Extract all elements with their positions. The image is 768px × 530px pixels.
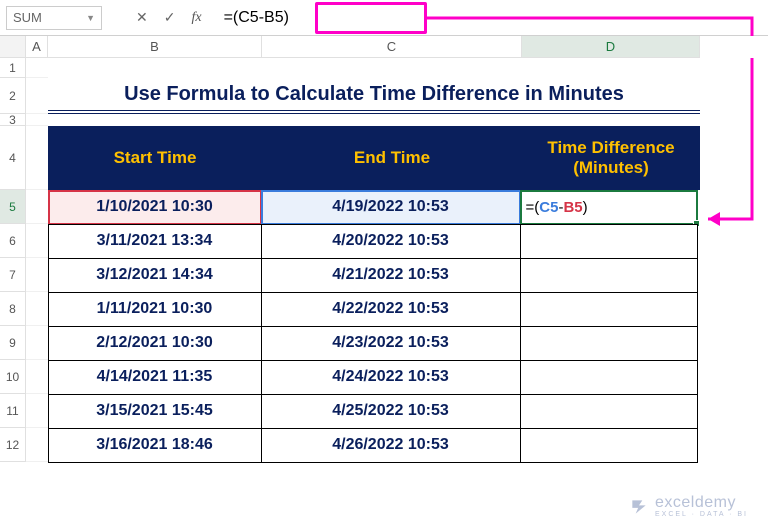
table-row: 4/14/2021 11:35 4/24/2022 10:53 xyxy=(48,360,700,394)
enter-icon[interactable]: ✓ xyxy=(164,9,176,26)
table-row: 3/16/2021 18:46 4/26/2022 10:53 xyxy=(48,428,700,462)
cell[interactable]: 4/26/2022 10:53 xyxy=(261,428,521,463)
cell[interactable]: 2/12/2021 10:30 xyxy=(48,326,262,361)
watermark-subtext: EXCEL · DATA · BI xyxy=(655,511,748,518)
row-header[interactable]: 4 xyxy=(0,126,26,190)
name-box[interactable]: SUM ▼ xyxy=(6,6,102,30)
formula-input[interactable]: =(C5-B5) xyxy=(218,4,295,32)
watermark: exceldemy EXCEL · DATA · BI xyxy=(629,495,748,518)
row-header[interactable]: 9 xyxy=(0,326,26,360)
cell[interactable]: 3/15/2021 15:45 xyxy=(48,394,262,429)
table-row: 1/11/2021 10:30 4/22/2022 10:53 xyxy=(48,292,700,326)
row-header[interactable]: 7 xyxy=(0,258,26,292)
cell[interactable]: 4/22/2022 10:53 xyxy=(261,292,521,327)
row-header[interactable]: 1 xyxy=(0,58,26,78)
row-header[interactable]: 8 xyxy=(0,292,26,326)
watermark-logo-icon xyxy=(629,497,649,517)
row-header[interactable]: 6 xyxy=(0,224,26,258)
table-row: 1/10/2021 10:30 4/19/2022 10:53 =(C5-B5) xyxy=(48,190,700,224)
cell[interactable] xyxy=(520,326,698,361)
cell[interactable] xyxy=(520,224,698,259)
cell[interactable]: 3/11/2021 13:34 xyxy=(48,224,262,259)
sheet-title[interactable]: Use Formula to Calculate Time Difference… xyxy=(48,78,700,114)
cell-d5-editing[interactable]: =(C5-B5) xyxy=(520,190,698,225)
header-end-time[interactable]: End Time xyxy=(262,126,522,190)
cell[interactable]: 3/16/2021 18:46 xyxy=(48,428,262,463)
header-start-time[interactable]: Start Time xyxy=(48,126,262,190)
row-header[interactable]: 10 xyxy=(0,360,26,394)
cell[interactable] xyxy=(520,292,698,327)
formula-eq: = xyxy=(526,199,535,216)
cell[interactable]: 1/11/2021 10:30 xyxy=(48,292,262,327)
cell[interactable]: 4/23/2022 10:53 xyxy=(261,326,521,361)
cell[interactable]: 3/12/2021 14:34 xyxy=(48,258,262,293)
chevron-down-icon[interactable]: ▼ xyxy=(86,13,95,23)
col-header-a[interactable]: A xyxy=(26,36,48,58)
formula-ref-b5: B5 xyxy=(563,199,582,216)
cell[interactable] xyxy=(520,428,698,463)
col-header-b[interactable]: B xyxy=(48,36,262,58)
row-header[interactable]: 5 xyxy=(0,190,26,224)
cell[interactable] xyxy=(520,394,698,429)
formula-bar: SUM ▼ ✕ ✓ fx =(C5-B5) xyxy=(0,0,768,36)
table-header-row: Start Time End Time Time Difference (Min… xyxy=(48,126,700,190)
row-header[interactable]: 2 xyxy=(0,78,26,114)
cell[interactable]: 4/20/2022 10:53 xyxy=(261,224,521,259)
watermark-text: exceldemy xyxy=(655,495,748,511)
name-box-value: SUM xyxy=(13,10,42,25)
formula-close: ) xyxy=(583,199,588,216)
cancel-icon[interactable]: ✕ xyxy=(136,9,148,26)
spreadsheet-grid: A B C D 1 2 3 4 5 6 7 8 9 10 11 12 Use F… xyxy=(0,36,768,462)
cell[interactable]: 4/24/2022 10:53 xyxy=(261,360,521,395)
col-header-d[interactable]: D xyxy=(522,36,700,58)
cell[interactable] xyxy=(520,360,698,395)
col-header-c[interactable]: C xyxy=(262,36,522,58)
cell-b5[interactable]: 1/10/2021 10:30 xyxy=(48,190,262,225)
row-header[interactable]: 11 xyxy=(0,394,26,428)
table-row: 3/15/2021 15:45 4/25/2022 10:53 xyxy=(48,394,700,428)
row-header[interactable]: 12 xyxy=(0,428,26,462)
cell-c5[interactable]: 4/19/2022 10:53 xyxy=(261,190,521,225)
cell[interactable]: 4/14/2021 11:35 xyxy=(48,360,262,395)
row-header[interactable]: 3 xyxy=(0,114,26,126)
table-row: 2/12/2021 10:30 4/23/2022 10:53 xyxy=(48,326,700,360)
formula-ref-c5: C5 xyxy=(539,199,558,216)
formula-bar-icons: ✕ ✓ fx xyxy=(136,9,202,26)
cell[interactable] xyxy=(520,258,698,293)
rows-container: 1 2 3 4 5 6 7 8 9 10 11 12 Use Formula t… xyxy=(0,58,768,462)
header-time-diff[interactable]: Time Difference (Minutes) xyxy=(522,126,700,190)
table-row: 3/11/2021 13:34 4/20/2022 10:53 xyxy=(48,224,700,258)
fx-icon[interactable]: fx xyxy=(191,10,201,26)
column-headers: A B C D xyxy=(0,36,768,58)
cell[interactable]: 4/21/2022 10:53 xyxy=(261,258,521,293)
cell[interactable]: 4/25/2022 10:53 xyxy=(261,394,521,429)
table-row: 3/12/2021 14:34 4/21/2022 10:53 xyxy=(48,258,700,292)
select-all-corner[interactable] xyxy=(0,36,26,58)
